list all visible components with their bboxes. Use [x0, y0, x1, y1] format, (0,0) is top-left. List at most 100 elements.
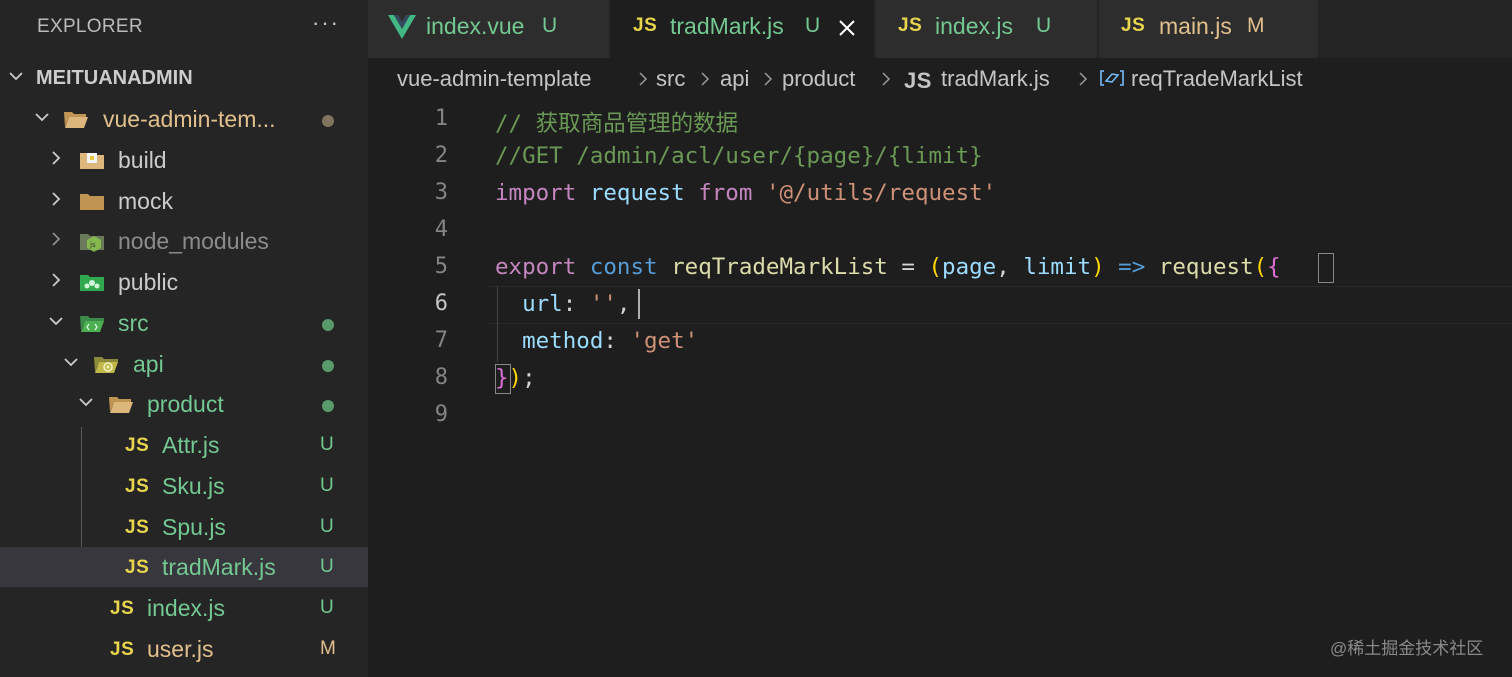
- folder-node-icon: js: [79, 230, 105, 252]
- chevron-down-icon: [46, 311, 66, 331]
- code-line: export const reqTradeMarkList = (page, l…: [495, 254, 1281, 280]
- js-file-icon: JS: [125, 557, 150, 578]
- tree-item-sku-js[interactable]: JS Sku.js U: [0, 466, 368, 506]
- tab-tradmark-js[interactable]: JS tradMark.js U: [611, 0, 875, 58]
- tab-index-vue[interactable]: index.vue U: [368, 0, 610, 58]
- code-token: (: [928, 254, 943, 280]
- tree-item-label: api: [133, 351, 164, 377]
- breadcrumb-item[interactable]: reqTradeMarkList: [1131, 66, 1303, 92]
- tab-label: tradMark.js: [670, 13, 784, 39]
- tree-item-mock[interactable]: mock: [0, 181, 368, 221]
- code-line: method: 'get': [495, 328, 698, 354]
- chevron-right-icon: [635, 70, 651, 88]
- breadcrumb-item[interactable]: vue-admin-template: [397, 66, 591, 92]
- symbol-variable-icon: [1098, 68, 1126, 94]
- git-status-badge: U: [1036, 14, 1052, 37]
- git-status-badge: U: [542, 14, 558, 37]
- code-token: 'get': [630, 328, 699, 354]
- line-number: 4: [434, 217, 448, 242]
- tree-item-api[interactable]: api: [0, 344, 368, 384]
- breadcrumb: vue-admin-template src api product JS tr…: [368, 58, 1512, 100]
- chevron-right-icon: [46, 148, 66, 168]
- explorer-title: EXPLORER: [37, 16, 143, 37]
- bracket-match-highlight: [1318, 253, 1334, 283]
- line-number: 7: [434, 328, 448, 353]
- tree-item-vue-admin-template[interactable]: vue-admin-tem...: [0, 99, 368, 139]
- tree-item-index-js[interactable]: JS index.js U: [0, 588, 368, 628]
- tree-item-label: vue-admin-tem...: [103, 106, 276, 132]
- js-file-icon: JS: [904, 68, 932, 93]
- tree-item-label: Sku.js: [162, 473, 225, 499]
- line-number: 6: [434, 291, 448, 316]
- tree-item-label: public: [118, 269, 179, 295]
- code-token: ): [1091, 254, 1105, 280]
- breadcrumb-item[interactable]: api: [720, 66, 749, 92]
- tree-item-label: src: [118, 310, 149, 336]
- breadcrumb-item[interactable]: product: [782, 66, 855, 92]
- tree-item-build[interactable]: build: [0, 140, 368, 180]
- js-file-icon: JS: [110, 598, 135, 619]
- breadcrumb-item[interactable]: src: [656, 66, 685, 92]
- folder-icon: [79, 190, 105, 212]
- code-token: page: [942, 254, 997, 280]
- code-token: ;: [522, 365, 536, 391]
- chevron-right-icon: [1075, 70, 1091, 88]
- explorer-header: EXPLORER ···: [0, 0, 368, 54]
- tree-item-user-js[interactable]: JS user.js M: [0, 629, 368, 669]
- breadcrumb-item[interactable]: tradMark.js: [941, 66, 1050, 92]
- tree-item-label: build: [118, 147, 167, 173]
- tree-item-src[interactable]: src: [0, 303, 368, 343]
- tree-item-label: product: [147, 391, 224, 417]
- code-editor[interactable]: 1 2 3 4 5 6 7 8 9 // 获取商品管理的数据 //GET /admin/acl/u…: [368, 100, 1512, 677]
- chevron-right-icon: [760, 70, 776, 88]
- tree-item-node-modules[interactable]: js node_modules: [0, 221, 368, 261]
- tab-main-js[interactable]: JS main.js M: [1099, 0, 1319, 58]
- tree-item-tradmark-js[interactable]: JS tradMark.js U: [0, 547, 368, 587]
- code-token: //GET /admin/acl/user/{page}/{limit}: [495, 143, 983, 169]
- ellipsis-icon[interactable]: ···: [312, 10, 340, 36]
- code-token: reqTradeMarkList: [671, 254, 888, 280]
- code-token: const: [589, 254, 658, 280]
- folder-api-icon: [93, 353, 119, 375]
- code-token: '@/utils/request': [765, 180, 997, 206]
- chevron-right-icon: [46, 189, 66, 209]
- untracked-dot-icon: [322, 400, 334, 412]
- tab-index-js[interactable]: JS index.js U: [876, 0, 1098, 58]
- code-line: // 获取商品管理的数据: [495, 106, 738, 138]
- chevron-right-icon: [46, 270, 66, 290]
- tree-item-label: index.js: [147, 595, 225, 621]
- git-status-badge: U: [805, 14, 821, 37]
- tree-item-label: node_modules: [118, 228, 269, 254]
- tree-item-product[interactable]: product: [0, 384, 368, 424]
- chevron-right-icon: [878, 70, 894, 88]
- code-token: request: [1158, 254, 1254, 280]
- tree-root-meituanadmin[interactable]: MEITUANADMIN: [0, 58, 368, 98]
- untracked-dot-icon: [322, 319, 334, 331]
- code-token: (: [1253, 254, 1268, 280]
- tree-item-spu-js[interactable]: JS Spu.js U: [0, 507, 368, 547]
- close-icon[interactable]: [835, 16, 859, 40]
- editor-tab-bar: index.vue U JS tradMark.js U JS index.js…: [368, 0, 1512, 58]
- js-file-icon: JS: [125, 517, 150, 538]
- tree-item-label: mock: [118, 188, 173, 214]
- code-token: url: [522, 291, 563, 317]
- code-token: export: [495, 254, 577, 280]
- tree-root-label: MEITUANADMIN: [36, 67, 193, 89]
- chevron-down-icon: [6, 66, 26, 86]
- vue-icon: [388, 15, 416, 44]
- git-status-badge: U: [320, 597, 334, 618]
- tree-item-public[interactable]: public: [0, 262, 368, 302]
- tree-item-label: user.js: [147, 636, 214, 662]
- git-status-badge: U: [320, 475, 334, 496]
- js-file-icon: JS: [898, 15, 923, 36]
- tree-item-attr-js[interactable]: JS Attr.js U: [0, 425, 368, 465]
- tree-item-label: tradMark.js: [162, 554, 276, 580]
- code-token: =: [887, 254, 929, 280]
- code-line: import request from '@/utils/request': [495, 180, 996, 206]
- code-token: request: [589, 180, 685, 206]
